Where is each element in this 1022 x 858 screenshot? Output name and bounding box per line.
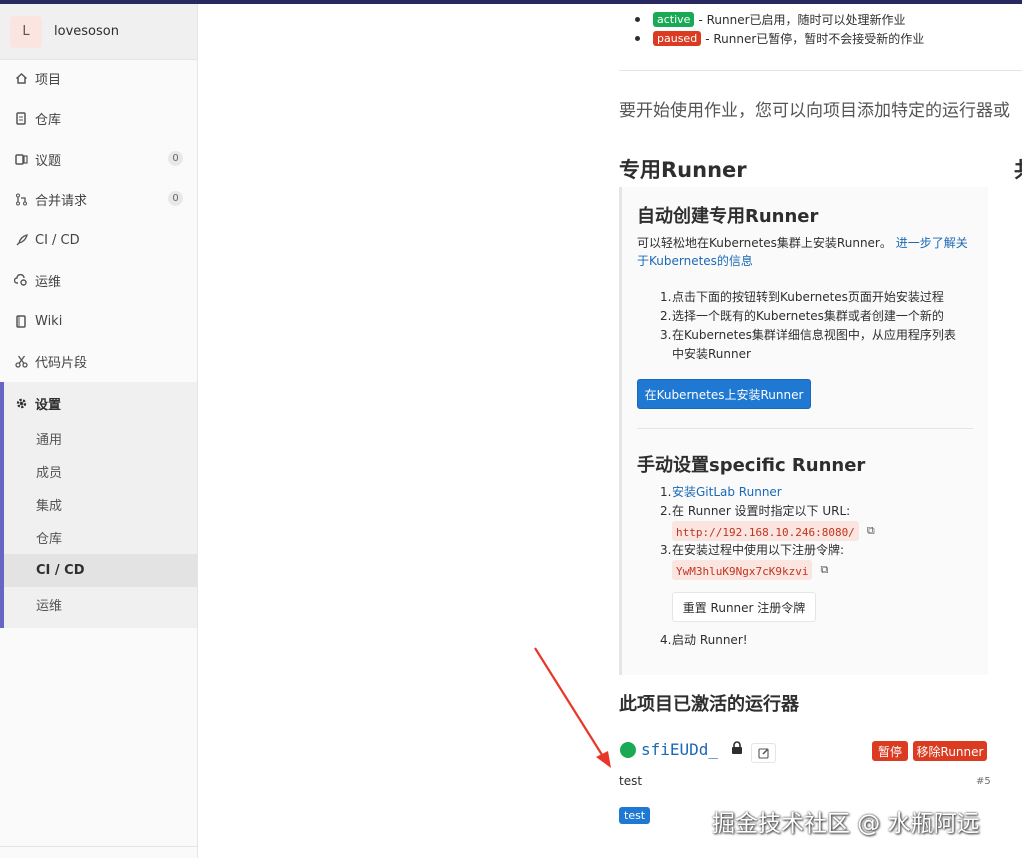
auto-desc-text: 可以轻松地在Kubernetes集群上安装Runner。 bbox=[637, 236, 892, 250]
home-icon bbox=[14, 71, 28, 85]
step-text: 启动 Runner! bbox=[672, 633, 748, 647]
sidebar-item-label: 合并请求 bbox=[35, 193, 88, 209]
list-item: 2. 在 Runner 设置时指定以下 URL: bbox=[660, 502, 980, 521]
divider bbox=[637, 428, 973, 429]
remove-runner-button[interactable]: 移除Runner bbox=[913, 741, 987, 761]
manual-steps-list: 1. 安装GitLab Runner 2. 在 Runner 设置时指定以下 URL… bbox=[660, 483, 980, 580]
sidebar: L lovesoson 项目 仓库 议题 0 合并请求 0 CI / CD 运维… bbox=[0, 4, 198, 858]
sidebar-item-label: 设置 bbox=[35, 398, 62, 413]
legend-text: - Runner已暂停，暂时不会接受新的作业 bbox=[705, 32, 925, 46]
sidebar-item-merge-requests[interactable]: 合并请求 0 bbox=[0, 179, 197, 219]
list-item: 2. 选择一个既有的Kubernetes集群或者创建一个新的 bbox=[660, 307, 960, 326]
main-content: active - Runner已启用，随时可以处理新作业 paused - Ru… bbox=[198, 4, 1022, 858]
sidebar-item-label: 项目 bbox=[35, 72, 62, 88]
settings-sub-operations[interactable]: 运维 bbox=[4, 588, 197, 621]
settings-sub-general[interactable]: 通用 bbox=[4, 422, 197, 455]
lock-icon bbox=[731, 741, 743, 759]
intro-text: 要开始使用作业，您可以向项目添加特定的运行器或 bbox=[619, 101, 1010, 121]
sidebar-item-label: 代码片段 bbox=[35, 355, 88, 371]
sidebar-item-label: 议题 bbox=[35, 153, 62, 169]
step-text: 在Kubernetes集群详细信息视图中，从应用程序列表中安装Runner bbox=[672, 328, 956, 361]
sidebar-item-label: Wiki bbox=[35, 313, 63, 329]
paused-badge: paused bbox=[653, 31, 702, 46]
settings-sub-members[interactable]: 成员 bbox=[4, 455, 197, 488]
settings-section: 设置 通用 成员 集成 仓库 CI / CD 运维 bbox=[0, 382, 197, 628]
list-item: http://192.168.10.246:8080/ ⧉ bbox=[660, 521, 980, 541]
list-item: 3. 在安装过程中使用以下注册令牌: bbox=[660, 541, 980, 560]
registration-token-code: YwM3hluK9Ngx7cK9kzvi bbox=[672, 560, 813, 580]
install-runner-kubernetes-button[interactable]: 在Kubernetes上安装Runner bbox=[637, 379, 811, 409]
sidebar-collapse-bar[interactable] bbox=[0, 846, 197, 858]
active-badge: active bbox=[653, 12, 695, 27]
runner-status-legend: active - Runner已启用，随时可以处理新作业 paused - Ru… bbox=[635, 10, 924, 48]
runner-description: test bbox=[619, 774, 643, 788]
edit-runner-button[interactable] bbox=[751, 743, 776, 763]
sidebar-item-project[interactable]: 项目 bbox=[0, 58, 197, 98]
settings-sub-integrations[interactable]: 集成 bbox=[4, 488, 197, 521]
manual-setup-heading: 手动设置specific Runner bbox=[637, 455, 866, 476]
list-item: 1. 点击下面的按钮转到Kubernetes页面开始安装过程 bbox=[660, 288, 960, 307]
edit-icon bbox=[757, 748, 769, 759]
list-item: YwM3hluK9Ngx7cK9kzvi ⧉ bbox=[660, 560, 980, 580]
sidebar-item-wiki[interactable]: Wiki bbox=[0, 301, 197, 341]
legend-text: - Runner已启用，随时可以处理新作业 bbox=[698, 13, 906, 27]
runner-tag: test bbox=[619, 807, 651, 824]
runner-status-online-icon bbox=[620, 742, 636, 758]
divider bbox=[619, 70, 1022, 71]
merge-requests-count-badge: 0 bbox=[168, 191, 183, 206]
sidebar-item-repository[interactable]: 仓库 bbox=[0, 98, 197, 138]
auto-steps-list: 1. 点击下面的按钮转到Kubernetes页面开始安装过程 2. 选择一个既有的K… bbox=[660, 288, 960, 364]
sidebar-item-label: 仓库 bbox=[35, 112, 62, 128]
sidebar-item-snippets[interactable]: 代码片段 bbox=[0, 341, 197, 381]
specific-runners-heading: 专用Runner bbox=[619, 158, 747, 182]
list-item: active - Runner已启用，随时可以处理新作业 bbox=[635, 10, 924, 29]
issues-count-badge: 0 bbox=[168, 151, 183, 166]
merge-request-icon bbox=[14, 192, 28, 206]
project-header[interactable]: L lovesoson bbox=[0, 4, 197, 60]
runner-name-link[interactable]: sfiEUDd_ bbox=[641, 740, 718, 759]
step-text: 在 Runner 设置时指定以下 URL: bbox=[672, 504, 851, 518]
step-text: 在安装过程中使用以下注册令牌: bbox=[672, 543, 845, 557]
reset-token-button[interactable]: 重置 Runner 注册令牌 bbox=[672, 592, 816, 622]
runner-url-code: http://192.168.10.246:8080/ bbox=[672, 521, 859, 541]
sidebar-item-ci-cd[interactable]: CI / CD bbox=[0, 220, 197, 260]
book-icon bbox=[14, 314, 28, 328]
runner-setup-panel: 自动创建专用Runner 可以轻松地在Kubernetes集群上安装Runner… bbox=[619, 187, 988, 675]
pause-runner-button[interactable]: 暂停 bbox=[872, 741, 908, 761]
issues-icon bbox=[14, 152, 28, 166]
list-item: 1. 安装GitLab Runner bbox=[660, 483, 980, 502]
sidebar-item-settings[interactable]: 设置 bbox=[14, 394, 61, 413]
activated-runners-heading: 此项目已激活的运行器 bbox=[619, 694, 799, 715]
project-avatar: L bbox=[10, 15, 42, 48]
sidebar-item-label: CI / CD bbox=[35, 232, 80, 248]
settings-sub-ci-cd[interactable]: CI / CD bbox=[4, 554, 197, 587]
install-gitlab-runner-link[interactable]: 安装GitLab Runner bbox=[672, 483, 782, 502]
project-name: lovesoson bbox=[54, 24, 119, 39]
sidebar-item-label: 运维 bbox=[35, 274, 62, 290]
rocket-icon bbox=[14, 233, 28, 247]
scissors-icon bbox=[14, 354, 28, 368]
auto-setup-heading: 自动创建专用Runner bbox=[637, 206, 819, 227]
sidebar-item-operations[interactable]: 运维 bbox=[0, 260, 197, 300]
watermark: 掘金技术社区 @ 水瓶阿远 bbox=[712, 811, 980, 837]
runner-id: #5 bbox=[976, 776, 991, 787]
list-item: 3. 在Kubernetes集群详细信息视图中，从应用程序列表中安装Runner bbox=[660, 326, 960, 364]
doc-icon bbox=[14, 111, 28, 125]
copy-icon[interactable]: ⧉ bbox=[820, 560, 828, 580]
list-item: 4. 启动 Runner! bbox=[660, 631, 960, 650]
copy-icon[interactable]: ⧉ bbox=[867, 521, 875, 541]
manual-steps-list-end: 4. 启动 Runner! bbox=[660, 631, 960, 650]
auto-setup-desc: 可以轻松地在Kubernetes集群上安装Runner。 进一步了解关于Kube… bbox=[637, 234, 977, 270]
runner-row: sfiEUDd_ 暂停 移除Runner bbox=[619, 740, 988, 766]
settings-sub-repository[interactable]: 仓库 bbox=[4, 521, 197, 554]
shared-runners-heading: 共 bbox=[1014, 154, 1022, 184]
step-text: 选择一个既有的Kubernetes集群或者创建一个新的 bbox=[672, 309, 944, 323]
list-item: paused - Runner已暂停，暂时不会接受新的作业 bbox=[635, 29, 924, 48]
gear-icon bbox=[14, 397, 28, 411]
step-text: 点击下面的按钮转到Kubernetes页面开始安装过程 bbox=[672, 290, 944, 304]
sidebar-item-issues[interactable]: 议题 0 bbox=[0, 139, 197, 179]
cloud-gear-icon bbox=[14, 273, 28, 287]
